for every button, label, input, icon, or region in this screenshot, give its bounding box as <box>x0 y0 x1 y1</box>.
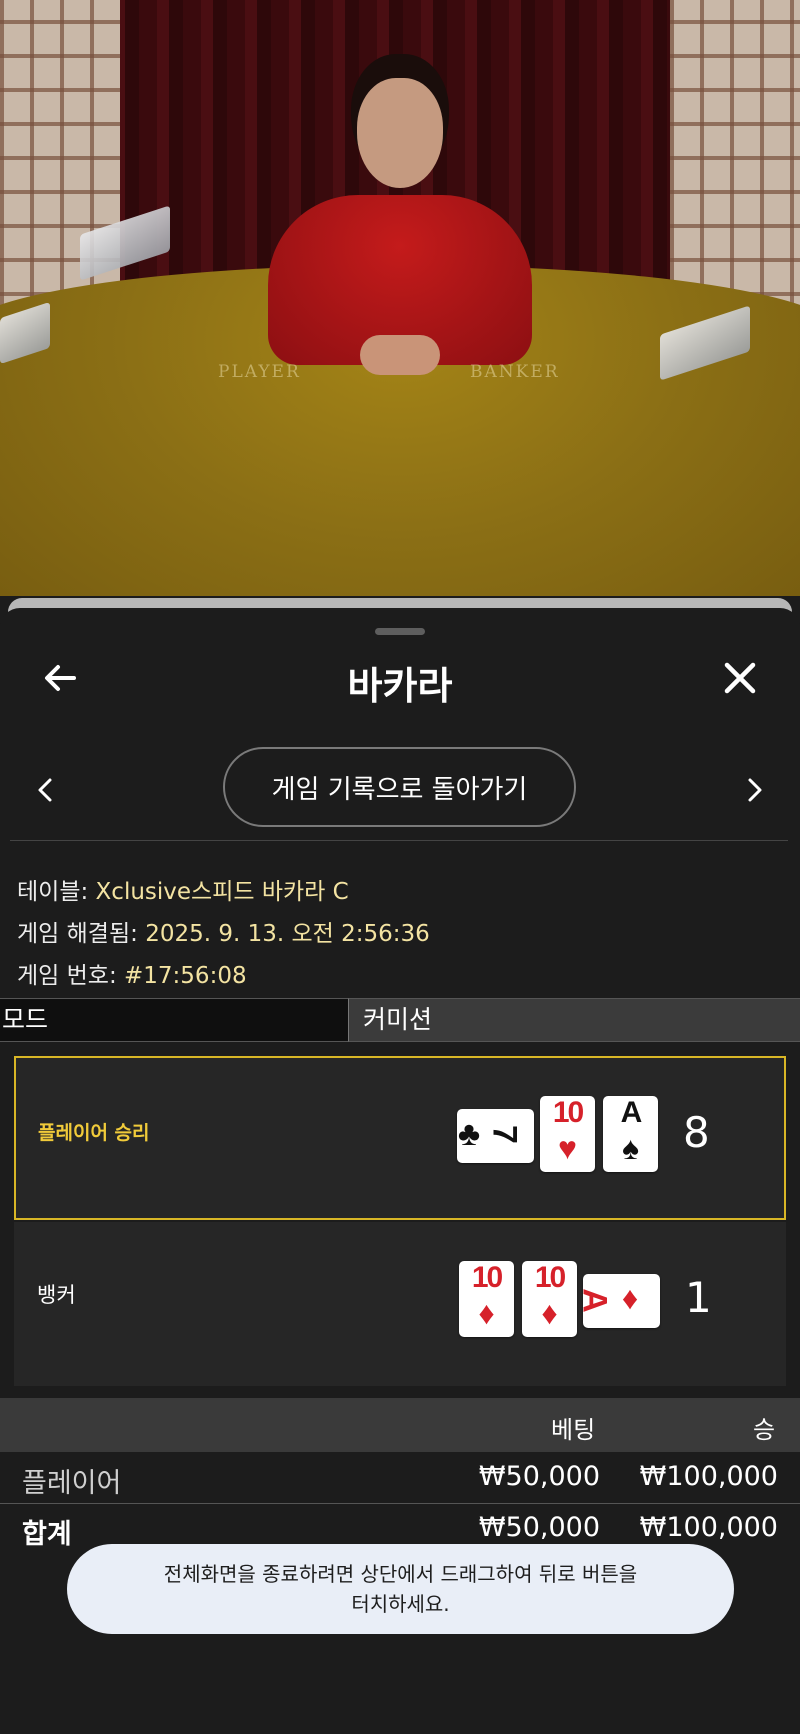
page-title: 바카라 <box>347 664 453 708</box>
divider <box>10 840 788 841</box>
banker-card-2: 10 ♦ <box>522 1261 577 1337</box>
total-bet-amount: ₩50,000 <box>478 1512 600 1543</box>
resolved-info-label: 게임 해결됨: <box>17 921 138 947</box>
game-number-label: 게임 번호: <box>17 963 117 989</box>
diamond-icon: ♦ <box>478 1295 495 1331</box>
spade-icon: ♠ <box>622 1130 639 1166</box>
live-video-feed: PLAYER BANKER <box>0 0 800 596</box>
player-win-amount: ₩100,000 <box>639 1461 778 1492</box>
player-score: 8 <box>683 1108 710 1157</box>
player-result: 플레이어 승리 ♣ 7 10 ♥ A ♠ 8 <box>14 1056 786 1220</box>
lattice-panel-right <box>670 0 800 330</box>
game-number-info: 게임 번호: #17:56:08 <box>17 956 247 990</box>
card-rank: 10 <box>534 1261 566 1294</box>
table-info: 테이블: Xclusive스피드 바카라 C <box>17 872 349 906</box>
toast-line-2: 터치하세요. <box>351 1592 450 1616</box>
lattice-panel-left <box>0 0 120 330</box>
tab-mode[interactable]: 모드 <box>0 998 348 1042</box>
dealer-hands <box>360 335 440 375</box>
col-bet-header: 베팅 <box>551 1416 596 1444</box>
card-rank: 7 <box>485 1125 524 1142</box>
banker-result-label: 뱅커 <box>37 1283 76 1307</box>
banker-result: 뱅커 10 ♦ 10 ♦ A ♦ 1 <box>14 1222 786 1386</box>
felt-label-banker: BANKER <box>470 362 560 382</box>
banker-card-3: A ♦ <box>583 1274 660 1328</box>
diamond-icon: ♦ <box>621 1280 639 1316</box>
card-rank: 10 <box>552 1096 584 1129</box>
table-row: 플레이어 ₩50,000 ₩100,000 <box>0 1453 800 1504</box>
player-card-2: 10 ♥ <box>540 1096 595 1172</box>
chevron-right-icon[interactable] <box>744 776 766 804</box>
player-card-1: ♣ 7 <box>457 1109 534 1163</box>
card-rank: A <box>620 1096 643 1129</box>
dealer-face <box>357 78 443 188</box>
chevron-left-icon[interactable] <box>34 776 56 804</box>
total-row-label: 합계 <box>22 1519 72 1550</box>
bets-table-header: 베팅 승 <box>0 1398 800 1452</box>
game-number-value: #17:56:08 <box>124 963 247 989</box>
felt-label-player: PLAYER <box>218 362 301 382</box>
tab-commission[interactable]: 커미션 <box>348 998 800 1042</box>
total-win-amount: ₩100,000 <box>639 1512 778 1543</box>
table-info-label: 테이블: <box>17 879 89 905</box>
player-row-label: 플레이어 <box>22 1468 122 1499</box>
banker-score: 1 <box>685 1273 712 1322</box>
close-icon[interactable] <box>720 658 760 698</box>
back-to-history-button[interactable]: 게임 기록으로 돌아가기 <box>223 747 576 827</box>
player-result-label: 플레이어 승리 <box>38 1122 150 1144</box>
player-card-3: A ♠ <box>603 1096 658 1172</box>
banker-card-1: 10 ♦ <box>459 1261 514 1337</box>
drag-handle[interactable] <box>375 628 425 635</box>
card-rank: 10 <box>471 1261 503 1294</box>
heart-icon: ♥ <box>558 1130 577 1166</box>
fullscreen-exit-toast: 전체화면을 종료하려면 상단에서 드래그하여 뒤로 버튼을 터치하세요. <box>67 1544 734 1634</box>
toast-line-1: 전체화면을 종료하려면 상단에서 드래그하여 뒤로 버튼을 <box>163 1562 638 1586</box>
table-info-value: Xclusive스피드 바카라 C <box>95 879 349 905</box>
resolved-info: 게임 해결됨: 2025. 9. 13. 오전 2:56:36 <box>17 914 430 948</box>
diamond-icon: ♦ <box>541 1295 558 1331</box>
col-win-header: 승 <box>753 1416 776 1444</box>
resolved-info-value: 2025. 9. 13. 오전 2:56:36 <box>145 921 430 947</box>
player-bet-amount: ₩50,000 <box>478 1461 600 1492</box>
